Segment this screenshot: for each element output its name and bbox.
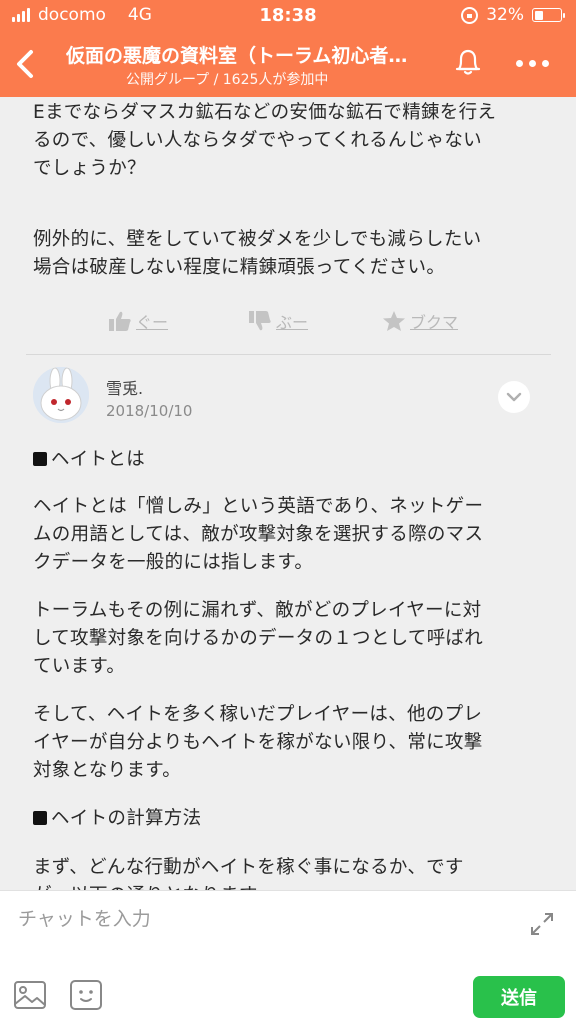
group-title[interactable]: 仮面の悪魔の資料室（トーラム初心者… [66, 41, 432, 68]
post-paragraph: Eまでならダマスカ鉱石などの安価な鉱石で精錬を行え るので、優しい人ならタダでや… [33, 102, 497, 179]
thread-content[interactable]: Eまでならダマスカ鉱石などの安価な鉱石で精錬を行え るので、優しい人ならタダでや… [0, 97, 576, 890]
bookmark-label: ブクマ [410, 313, 459, 332]
battery-percent: 32% [486, 5, 524, 25]
image-button[interactable] [12, 978, 48, 1012]
chevron-left-icon [17, 50, 33, 78]
image-icon [14, 981, 46, 1009]
thumbs-down-icon [249, 311, 271, 331]
thumbs-up-icon [109, 311, 131, 331]
divider [26, 354, 551, 355]
expand-icon [531, 913, 553, 935]
group-subtitle: 公開グループ / 1625人が参加中 [126, 72, 329, 88]
battery-fill [534, 10, 543, 20]
section-heading: ヘイトの計算方法 [33, 805, 543, 833]
comment-paragraph: ヘイトとは「憎しみ」という英語であり、ネットゲー ムの用語としては、敵が攻撃対象… [33, 496, 484, 573]
comment-paragraph: トーラムもその例に漏れず、敵がどのプレイヤーに対 して攻撃対象を向けるかのデータ… [33, 600, 484, 677]
status-bar: docomo 4G 18:38 32% [0, 0, 576, 30]
back-button[interactable] [8, 44, 44, 84]
like-label: ぐー [136, 313, 169, 332]
square-bullet-icon [33, 811, 47, 825]
bookmark-button[interactable]: ブクマ [382, 309, 458, 333]
star-icon [383, 311, 405, 331]
chat-input[interactable] [18, 901, 498, 937]
bell-icon [455, 49, 481, 75]
battery-icon [532, 8, 565, 22]
post-paragraph: 例外的に、壁をしていて被ダメを少しでも減らしたい 場合は破産しない程度に精錬頑張… [33, 229, 482, 278]
reaction-bar: ぐー ぶー ブクマ [0, 309, 576, 339]
section-heading: ヘイトとは [33, 446, 543, 474]
like-button[interactable]: ぐー [108, 309, 168, 333]
dislike-label: ぶー [276, 313, 309, 332]
post-date: 2018/10/10 [106, 402, 193, 420]
more-button[interactable] [514, 56, 550, 70]
app-header: docomo 4G 18:38 32% 仮面の悪魔の資料室（トーラム初心者… 公… [0, 0, 576, 97]
rotation-lock-icon [461, 6, 479, 24]
more-icon [515, 59, 523, 67]
chat-input-area: 送信 [0, 890, 576, 1024]
comment-paragraph: そして、ヘイトを多く稼いだプレイヤーは、他のプレ イヤーが自分よりもヘイトを稼が… [33, 704, 483, 781]
author-name[interactable]: 雪兎. [106, 375, 143, 399]
avatar[interactable] [33, 367, 89, 423]
square-bullet-icon [33, 452, 47, 466]
sticker-icon [70, 980, 102, 1010]
chevron-down-icon [506, 392, 522, 402]
notification-button[interactable] [450, 44, 486, 80]
comment-paragraph: まず、どんな行動がヘイトを稼ぐ事になるか、です が、以下の通りとなります。 [33, 857, 464, 890]
expand-input-button[interactable] [527, 909, 557, 939]
comment-menu-button[interactable] [498, 381, 530, 413]
sticker-button[interactable] [68, 978, 104, 1012]
send-button[interactable]: 送信 [473, 976, 565, 1018]
rabbit-avatar-icon [33, 367, 89, 423]
dislike-button[interactable]: ぶー [248, 309, 308, 333]
